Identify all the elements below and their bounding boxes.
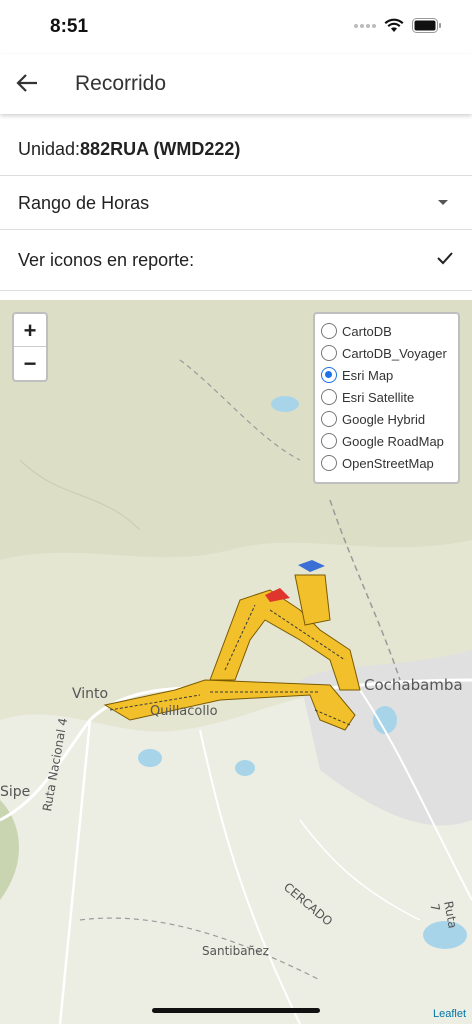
place-label-quillacollo: Quillacollo (150, 704, 218, 719)
battery-icon (412, 18, 441, 33)
layer-option-esri-satellite[interactable]: Esri Satellite (321, 386, 452, 408)
unit-value: 882RUA (WMD222) (80, 139, 241, 159)
radio-icon[interactable] (321, 323, 337, 339)
status-time: 8:51 (50, 16, 89, 37)
status-icons (354, 18, 442, 33)
map-attribution-link[interactable]: Leaflet (433, 1008, 466, 1020)
place-label-sipe: Sipe (0, 784, 31, 800)
icons-toggle-label: Ver iconos en reporte: (18, 250, 195, 270)
radio-icon[interactable] (321, 433, 337, 449)
place-label-santibanez: Santibañez (202, 944, 269, 958)
radio-icon[interactable] (321, 411, 337, 427)
status-bar: 8:51 (0, 0, 472, 54)
layer-label: Esri Satellite (342, 389, 415, 405)
layer-option-google-roadmap[interactable]: Google RoadMap (321, 430, 452, 452)
place-label-ruta-7: Ruta 7 (427, 900, 460, 930)
zoom-control: + − (12, 312, 48, 382)
signal-dots-icon (354, 23, 376, 28)
page-title: Recorrido (75, 72, 167, 95)
layer-option-openstreetmap[interactable]: OpenStreetMap (321, 452, 452, 474)
place-label-cochabamba: Cochabamba (364, 676, 463, 694)
dropdown-caret-icon (438, 200, 448, 205)
back-button[interactable] (12, 68, 42, 98)
zoom-in-button[interactable]: + (14, 314, 46, 347)
layer-label: CartoDB (342, 323, 392, 339)
layer-label: Google Hybrid (342, 411, 426, 427)
layer-option-cartodb-voyager[interactable]: CartoDB_Voyager (321, 342, 452, 364)
place-label-vinto: Vinto (72, 686, 109, 702)
radio-icon[interactable] (321, 455, 337, 471)
layer-option-google-hybrid[interactable]: Google Hybrid (321, 408, 452, 430)
zoom-out-button[interactable]: − (14, 347, 46, 380)
app-bar: Recorrido (0, 54, 472, 114)
home-indicator (152, 1008, 320, 1013)
unit-text: Unidad:882RUA (WMD222) (18, 139, 240, 160)
unit-row: Unidad:882RUA (WMD222) (0, 122, 472, 176)
layer-label: Google RoadMap (342, 433, 444, 449)
icons-toggle-row[interactable]: Ver iconos en reporte: (0, 230, 472, 291)
checkmark-icon[interactable] (436, 250, 454, 266)
layer-label: CartoDB_Voyager (342, 345, 447, 361)
map-view[interactable]: + − CartoDB CartoDB_Voyager Esri Map Esr… (0, 300, 472, 1024)
layer-option-esri-map[interactable]: Esri Map (321, 364, 452, 386)
wifi-icon (384, 18, 404, 32)
radio-icon[interactable] (321, 345, 337, 361)
unit-label: Unidad: (18, 139, 81, 159)
layer-selector: CartoDB CartoDB_Voyager Esri Map Esri Sa… (313, 312, 460, 484)
layer-option-cartodb[interactable]: CartoDB (321, 320, 452, 342)
layer-label: OpenStreetMap (342, 455, 434, 471)
radio-icon[interactable] (321, 389, 337, 405)
layer-label: Esri Map (342, 367, 394, 383)
range-dropdown[interactable]: Rango de Horas (0, 176, 472, 230)
radio-selected-icon[interactable] (321, 367, 337, 383)
arrow-left-icon (16, 74, 37, 92)
range-label: Rango de Horas (18, 193, 150, 213)
